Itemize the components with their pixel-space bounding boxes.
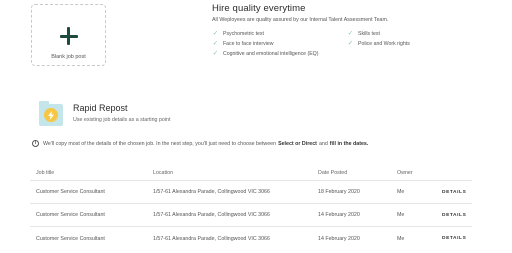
table-header: Job title Location Date Posted Owner [30,163,472,181]
hire-quality-subtitle: All Weployees are quality assured by our… [212,17,389,23]
owner-cell: Me [397,189,405,195]
owner-cell: Me [397,235,405,242]
check-icon: ✓ [347,30,354,37]
location-cell: 1/57-61 Alexandra Parade, Collingwood VI… [153,189,270,195]
date-posted-cell: 14 February 2020 [318,212,360,218]
blank-job-post-label: Blank job post [51,54,86,60]
quality-checks-list: ✓ Psychometric test ✓ Skills test ✓ Face to… [212,30,472,57]
blank-job-post-card[interactable]: Blank job post [31,4,106,66]
location-cell: 1/57-61 Alexandra Parade, Collingwood VI… [153,212,270,218]
info-icon: i [32,140,39,147]
rapid-repost-subtitle: Use existing job details as a starting p… [73,117,171,123]
header-job-title: Job title [36,170,55,176]
owner-cell: Me [397,212,405,218]
header-location: Location [153,170,174,176]
details-button[interactable]: DETAILS [442,181,466,203]
table-row: Customer Service Consultant 1/57-61 Alex… [30,204,472,227]
rapid-repost-title: Rapid Repost [73,103,128,113]
rapid-repost-folder-icon [39,101,63,126]
plus-icon [59,27,78,45]
hire-quality-title: Hire quality everytime [212,3,306,14]
header-owner: Owner [397,170,413,176]
table-row: Customer Service Consultant 1/57-61 Alex… [30,227,472,250]
repost-info-message: i We'll copy most of the details of the … [32,140,370,147]
job-title-cell: Customer Service Consultant [36,235,105,242]
table-row: Customer Service Consultant 1/57-61 Alex… [30,181,472,204]
jobs-table: Job title Location Date Posted Owner Cus… [30,163,472,250]
date-posted-cell: 14 February 2020 [318,235,360,242]
location-cell: 1/57-61 Alexandra Parade, Collingwood VI… [153,235,270,242]
job-title-cell: Customer Service Consultant [36,212,105,218]
check-icon: ✓ [212,30,219,37]
check-item: ✓ Skills test [347,30,380,37]
check-icon: ✓ [347,40,354,47]
date-posted-cell: 18 February 2020 [318,189,360,195]
check-item: ✓ Cognitive and emotional intelligence (E… [212,50,319,57]
check-icon: ✓ [212,40,219,47]
check-item: ✓ Police and Work rights [347,40,410,47]
details-button[interactable]: DETAILS [442,204,466,226]
job-title-cell: Customer Service Consultant [36,189,105,195]
check-item: ✓ Face to face interview [212,40,274,47]
details-button[interactable]: DETAILS [442,227,466,250]
check-icon: ✓ [212,50,219,57]
header-date-posted: Date Posted [318,170,348,176]
lightning-bolt-icon [44,108,58,122]
check-item: ✓ Psychometric test [212,30,264,37]
